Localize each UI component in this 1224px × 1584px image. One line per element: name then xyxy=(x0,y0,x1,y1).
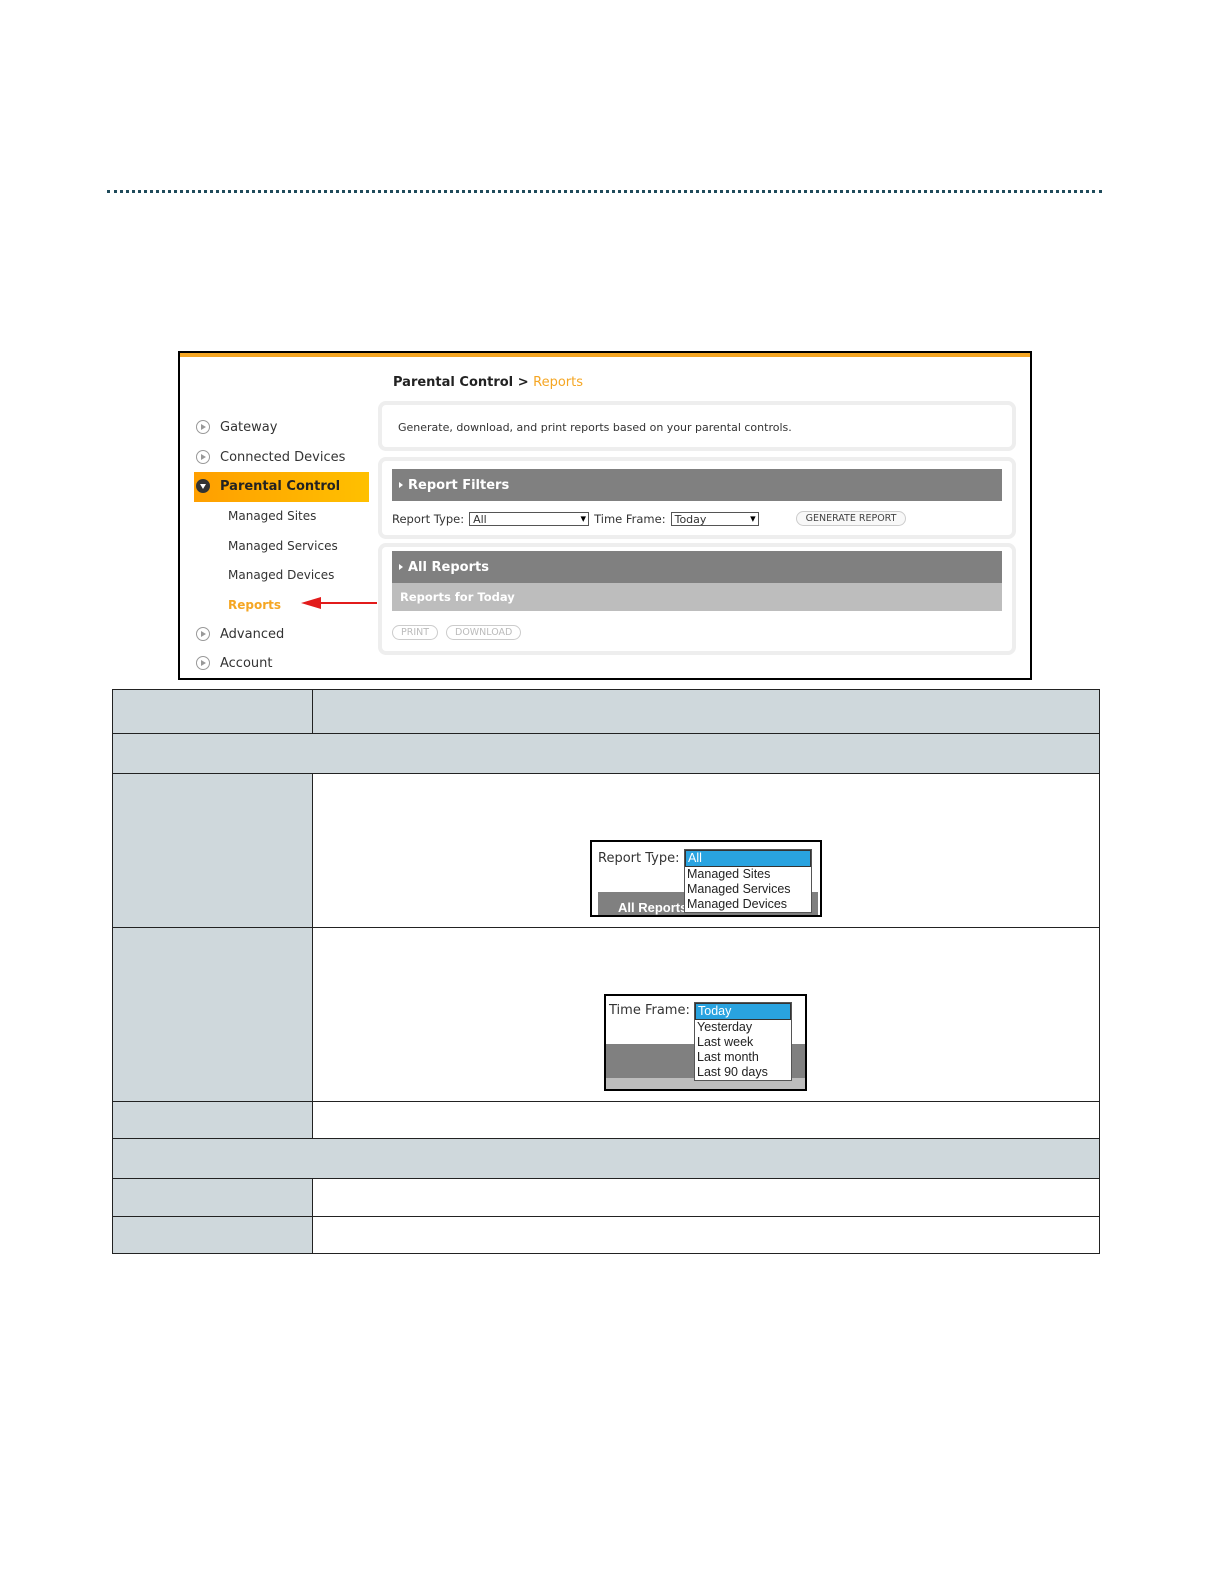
time-frame-option[interactable]: Yesterday xyxy=(695,1020,791,1035)
print-button[interactable]: PRINT xyxy=(392,625,439,640)
breadcrumb: Parental Control > Reports xyxy=(393,375,583,390)
report-type-label: Report Type: xyxy=(598,851,680,866)
intro-text: Generate, download, and print reports ba… xyxy=(398,421,792,434)
time-frame-option[interactable]: Today xyxy=(695,1003,791,1020)
table-cell xyxy=(113,774,313,927)
report-type-select[interactable]: All xyxy=(469,511,590,526)
section-divider xyxy=(107,190,1102,193)
red-pointer-arrow-icon xyxy=(301,597,377,609)
sidebar-item-label: Advanced xyxy=(220,626,285,642)
play-circle-icon xyxy=(196,626,210,641)
report-type-option[interactable]: All xyxy=(685,850,811,867)
report-type-options-list[interactable]: All Managed Sites Managed Services Manag… xyxy=(684,849,812,913)
sidebar-subitem-managed-sites[interactable]: Managed Sites xyxy=(194,502,369,532)
expand-circle-icon xyxy=(196,479,210,493)
play-circle-icon xyxy=(196,449,210,464)
table-cell xyxy=(113,1102,313,1138)
intro-panel: Generate, download, and print reports ba… xyxy=(378,401,1016,451)
table-row xyxy=(112,1101,1100,1139)
sidebar-item-label: Parental Control xyxy=(220,479,341,495)
time-frame-option[interactable]: Last month xyxy=(695,1050,791,1065)
sidebar-item-parental-control[interactable]: Parental Control xyxy=(194,472,369,502)
play-circle-icon xyxy=(196,420,210,434)
sidebar-item-label: Account xyxy=(220,656,273,672)
sidebar-item-account[interactable]: Account xyxy=(194,649,369,679)
caret-right-icon xyxy=(399,482,403,488)
report-type-option[interactable]: Managed Devices xyxy=(685,897,811,912)
sidebar-item-advanced[interactable]: Advanced xyxy=(194,620,369,650)
sidebar-subitem-managed-devices[interactable]: Managed Devices xyxy=(194,561,369,591)
table-cell xyxy=(113,928,313,1101)
report-type-option[interactable]: Managed Sites xyxy=(685,867,811,882)
sidebar-item-label: Connected Devices xyxy=(220,449,346,465)
table-section-row xyxy=(112,733,1100,774)
caret-right-icon xyxy=(399,564,403,570)
report-filters-title: Report Filters xyxy=(408,477,510,493)
table-cell xyxy=(113,690,313,733)
reports-for-today-bar: Reports for Today xyxy=(392,583,1002,611)
all-reports-panel: All Reports Reports for Today PRINT DOWN… xyxy=(378,543,1016,655)
time-frame-dropdown-screenshot: Time Frame: Today Yesterday Last week La… xyxy=(604,994,807,1091)
sidebar-nav: Gateway Connected Devices Parental Contr… xyxy=(194,413,369,679)
breadcrumb-separator: > xyxy=(517,375,529,390)
all-reports-title: All Reports xyxy=(408,559,489,575)
sidebar-item-gateway[interactable]: Gateway xyxy=(194,413,369,443)
time-frame-select[interactable]: Today xyxy=(670,511,759,526)
table-header-row xyxy=(112,689,1100,734)
table-row xyxy=(112,1178,1100,1217)
report-type-dropdown-screenshot: All Reports Report Type: All Managed Sit… xyxy=(590,840,822,917)
time-frame-label: Time Frame: xyxy=(609,1003,690,1018)
filter-row: Report Type: All Time Frame: Today GENER… xyxy=(392,511,907,526)
generate-report-button[interactable]: GENERATE REPORT xyxy=(795,511,907,526)
sidebar-subitem-managed-services[interactable]: Managed Services xyxy=(194,531,369,561)
time-frame-label: Time Frame: xyxy=(594,511,666,526)
breadcrumb-parent[interactable]: Parental Control xyxy=(393,375,513,390)
report-filters-header[interactable]: Report Filters xyxy=(392,469,1002,501)
report-type-option[interactable]: Managed Services xyxy=(685,882,811,897)
time-frame-option[interactable]: Last 90 days xyxy=(695,1065,791,1080)
report-filters-panel: Report Filters Report Type: All Time Fra… xyxy=(378,457,1016,539)
report-type-label: Report Type: xyxy=(392,511,465,526)
top-accent-bar xyxy=(180,353,1030,357)
download-button[interactable]: DOWNLOAD xyxy=(446,625,522,640)
time-frame-option[interactable]: Last week xyxy=(695,1035,791,1050)
sidebar-item-label: Gateway xyxy=(220,420,278,436)
all-reports-header[interactable]: All Reports xyxy=(392,551,1002,583)
sidebar-item-connected-devices[interactable]: Connected Devices xyxy=(194,443,369,473)
table-section-row xyxy=(112,1138,1100,1179)
table-cell xyxy=(113,1217,313,1253)
parental-control-reports-screenshot: Parental Control > Reports Gateway Conne… xyxy=(178,351,1032,680)
table-row xyxy=(112,1216,1100,1254)
play-circle-icon xyxy=(196,656,210,670)
time-frame-options-list[interactable]: Today Yesterday Last week Last month Las… xyxy=(694,1002,792,1081)
breadcrumb-current: Reports xyxy=(533,375,583,390)
table-cell xyxy=(113,1179,313,1216)
